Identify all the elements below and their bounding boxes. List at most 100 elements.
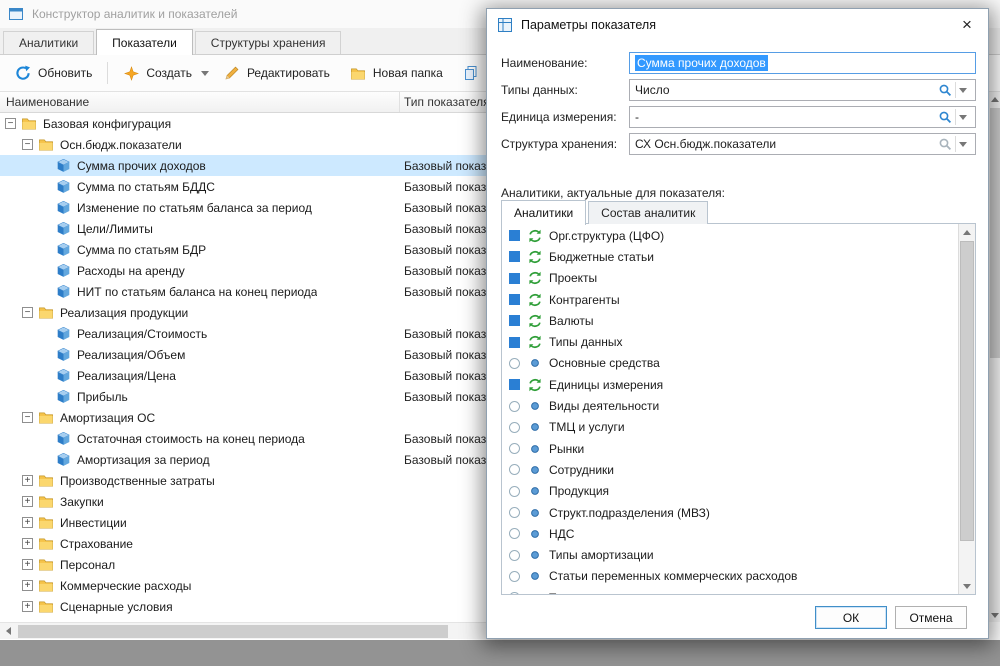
unchecked-checkbox[interactable] bbox=[509, 571, 520, 582]
analytics-list-item[interactable]: Тип остатков bbox=[502, 587, 958, 594]
analytics-item-label: Орг.структура (ЦФО) bbox=[549, 229, 664, 243]
ok-button[interactable]: ОК bbox=[815, 606, 887, 629]
unchecked-checkbox[interactable] bbox=[509, 358, 520, 369]
unchecked-checkbox[interactable] bbox=[509, 401, 520, 412]
horizontal-scrollbar-thumb[interactable] bbox=[18, 625, 448, 638]
dialog-tab-2[interactable]: Состав аналитик bbox=[588, 201, 708, 224]
analytics-list-item[interactable]: Контрагенты bbox=[502, 289, 958, 310]
main-tab-1[interactable]: Аналитики bbox=[3, 31, 94, 54]
scroll-up-button[interactable] bbox=[989, 92, 1000, 106]
tree-expander-icon[interactable]: − bbox=[22, 139, 33, 150]
copy-icon bbox=[463, 65, 479, 81]
analytics-list-item[interactable]: НДС bbox=[502, 523, 958, 544]
tree-name-cell: −Осн.бюдж.показатели bbox=[0, 137, 182, 153]
analytics-list-item[interactable]: Единицы измерения bbox=[502, 374, 958, 395]
storage-lookup[interactable]: СХ Осн.бюдж.показатели bbox=[629, 133, 976, 155]
unchecked-checkbox[interactable] bbox=[509, 422, 520, 433]
list-scroll-up-button[interactable] bbox=[959, 224, 975, 240]
checked-checkbox[interactable] bbox=[509, 251, 520, 262]
folder-icon bbox=[38, 557, 54, 573]
tree-item-label: Реализация/Объем bbox=[77, 348, 185, 362]
list-scroll-down-button[interactable] bbox=[959, 578, 975, 594]
checked-checkbox[interactable] bbox=[509, 337, 520, 348]
tree-expander-icon[interactable]: + bbox=[22, 580, 33, 591]
list-scrollbar[interactable] bbox=[958, 224, 975, 594]
checked-checkbox[interactable] bbox=[509, 230, 520, 241]
checked-checkbox[interactable] bbox=[509, 379, 520, 390]
analytics-list-item[interactable]: Статьи переменных коммерческих расходов bbox=[502, 566, 958, 587]
data-types-value: Число bbox=[635, 83, 670, 97]
analytics-list-item[interactable]: Орг.структура (ЦФО) bbox=[502, 225, 958, 246]
search-icon[interactable] bbox=[938, 110, 952, 124]
new-folder-button[interactable]: Новая папка bbox=[341, 59, 452, 87]
tree-expander-icon[interactable]: + bbox=[22, 538, 33, 549]
dimension-icon bbox=[527, 377, 542, 392]
unchecked-checkbox[interactable] bbox=[509, 507, 520, 518]
unchecked-checkbox[interactable] bbox=[509, 550, 520, 561]
unchecked-checkbox[interactable] bbox=[509, 528, 520, 539]
analytics-list-item[interactable]: Рынки bbox=[502, 438, 958, 459]
dialog-tab-1[interactable]: Аналитики bbox=[501, 200, 586, 225]
analytics-list-item[interactable]: Основные средства bbox=[502, 353, 958, 374]
analytics-item-label: Типы данных bbox=[549, 335, 623, 349]
main-tab-2[interactable]: Показатели bbox=[96, 29, 193, 55]
refresh-button[interactable]: Обновить bbox=[6, 59, 101, 87]
tree-item-label: Амортизация за период bbox=[77, 453, 210, 467]
main-tab-3[interactable]: Структуры хранения bbox=[195, 31, 342, 54]
search-icon bbox=[938, 137, 952, 151]
scroll-down-button[interactable] bbox=[989, 608, 1000, 622]
column-header-name[interactable]: Наименование bbox=[0, 92, 400, 112]
tree-item-label: НИТ по статьям баланса на конец периода bbox=[77, 285, 317, 299]
chevron-down-icon[interactable] bbox=[955, 109, 970, 125]
analytics-list-item[interactable]: Типы амортизации bbox=[502, 544, 958, 565]
tree-expander-icon[interactable]: − bbox=[22, 412, 33, 423]
analytics-list-item[interactable]: Бюджетные статьи bbox=[502, 246, 958, 267]
create-dropdown-arrow[interactable] bbox=[197, 59, 213, 87]
create-button[interactable]: Создать bbox=[114, 59, 201, 87]
analytics-list-item[interactable]: Структ.подразделения (МВЗ) bbox=[502, 502, 958, 523]
list-scrollbar-thumb[interactable] bbox=[960, 241, 974, 541]
analytics-list-item[interactable]: Типы данных bbox=[502, 331, 958, 352]
scroll-left-button[interactable] bbox=[0, 623, 16, 639]
folder-icon bbox=[38, 536, 54, 552]
data-types-lookup[interactable]: Число bbox=[629, 79, 976, 101]
search-icon[interactable] bbox=[938, 83, 952, 97]
vertical-scrollbar-thumb[interactable] bbox=[990, 108, 1000, 358]
vertical-scrollbar[interactable] bbox=[988, 92, 1000, 622]
tree-expander-icon[interactable]: + bbox=[22, 475, 33, 486]
checked-checkbox[interactable] bbox=[509, 294, 520, 305]
checked-checkbox[interactable] bbox=[509, 315, 520, 326]
column-header-type[interactable]: Тип показателя bbox=[400, 95, 490, 109]
dialog-title: Параметры показателя bbox=[521, 18, 656, 32]
dimension-dot-icon bbox=[527, 356, 542, 371]
tree-expander-icon[interactable]: − bbox=[22, 307, 33, 318]
cancel-button[interactable]: Отмена bbox=[895, 606, 967, 629]
tree-item-label: Изменение по статьям баланса за период bbox=[77, 201, 312, 215]
unchecked-checkbox[interactable] bbox=[509, 464, 520, 475]
chevron-down-icon[interactable] bbox=[955, 82, 970, 98]
analytics-list-item[interactable]: Валюты bbox=[502, 310, 958, 331]
tree-name-cell: +Производственные затраты bbox=[0, 473, 215, 489]
dimension-dot-icon bbox=[527, 399, 542, 414]
unit-lookup[interactable]: - bbox=[629, 106, 976, 128]
name-input[interactable]: Сумма прочих доходов bbox=[629, 52, 976, 74]
analytics-list-item[interactable]: Сотрудники bbox=[502, 459, 958, 480]
analytics-list-item[interactable]: Виды деятельности bbox=[502, 395, 958, 416]
tree-expander-icon[interactable]: + bbox=[22, 496, 33, 507]
analytics-list-item[interactable]: ТМЦ и услуги bbox=[502, 417, 958, 438]
unchecked-checkbox[interactable] bbox=[509, 443, 520, 454]
unchecked-checkbox[interactable] bbox=[509, 486, 520, 497]
indicator-cube-icon bbox=[55, 200, 71, 216]
edit-button[interactable]: Редактировать bbox=[215, 59, 339, 87]
chevron-down-icon[interactable] bbox=[955, 136, 970, 152]
tree-expander-icon[interactable]: + bbox=[22, 601, 33, 612]
tree-expander-icon[interactable]: − bbox=[5, 118, 16, 129]
close-icon[interactable]: × bbox=[956, 14, 978, 36]
dialog-icon bbox=[497, 17, 513, 33]
analytics-list-item[interactable]: Продукция bbox=[502, 481, 958, 502]
tree-expander-icon[interactable]: + bbox=[22, 559, 33, 570]
checked-checkbox[interactable] bbox=[509, 273, 520, 284]
tree-expander-icon[interactable]: + bbox=[22, 517, 33, 528]
analytics-list-item[interactable]: Проекты bbox=[502, 268, 958, 289]
unchecked-checkbox[interactable] bbox=[509, 592, 520, 594]
